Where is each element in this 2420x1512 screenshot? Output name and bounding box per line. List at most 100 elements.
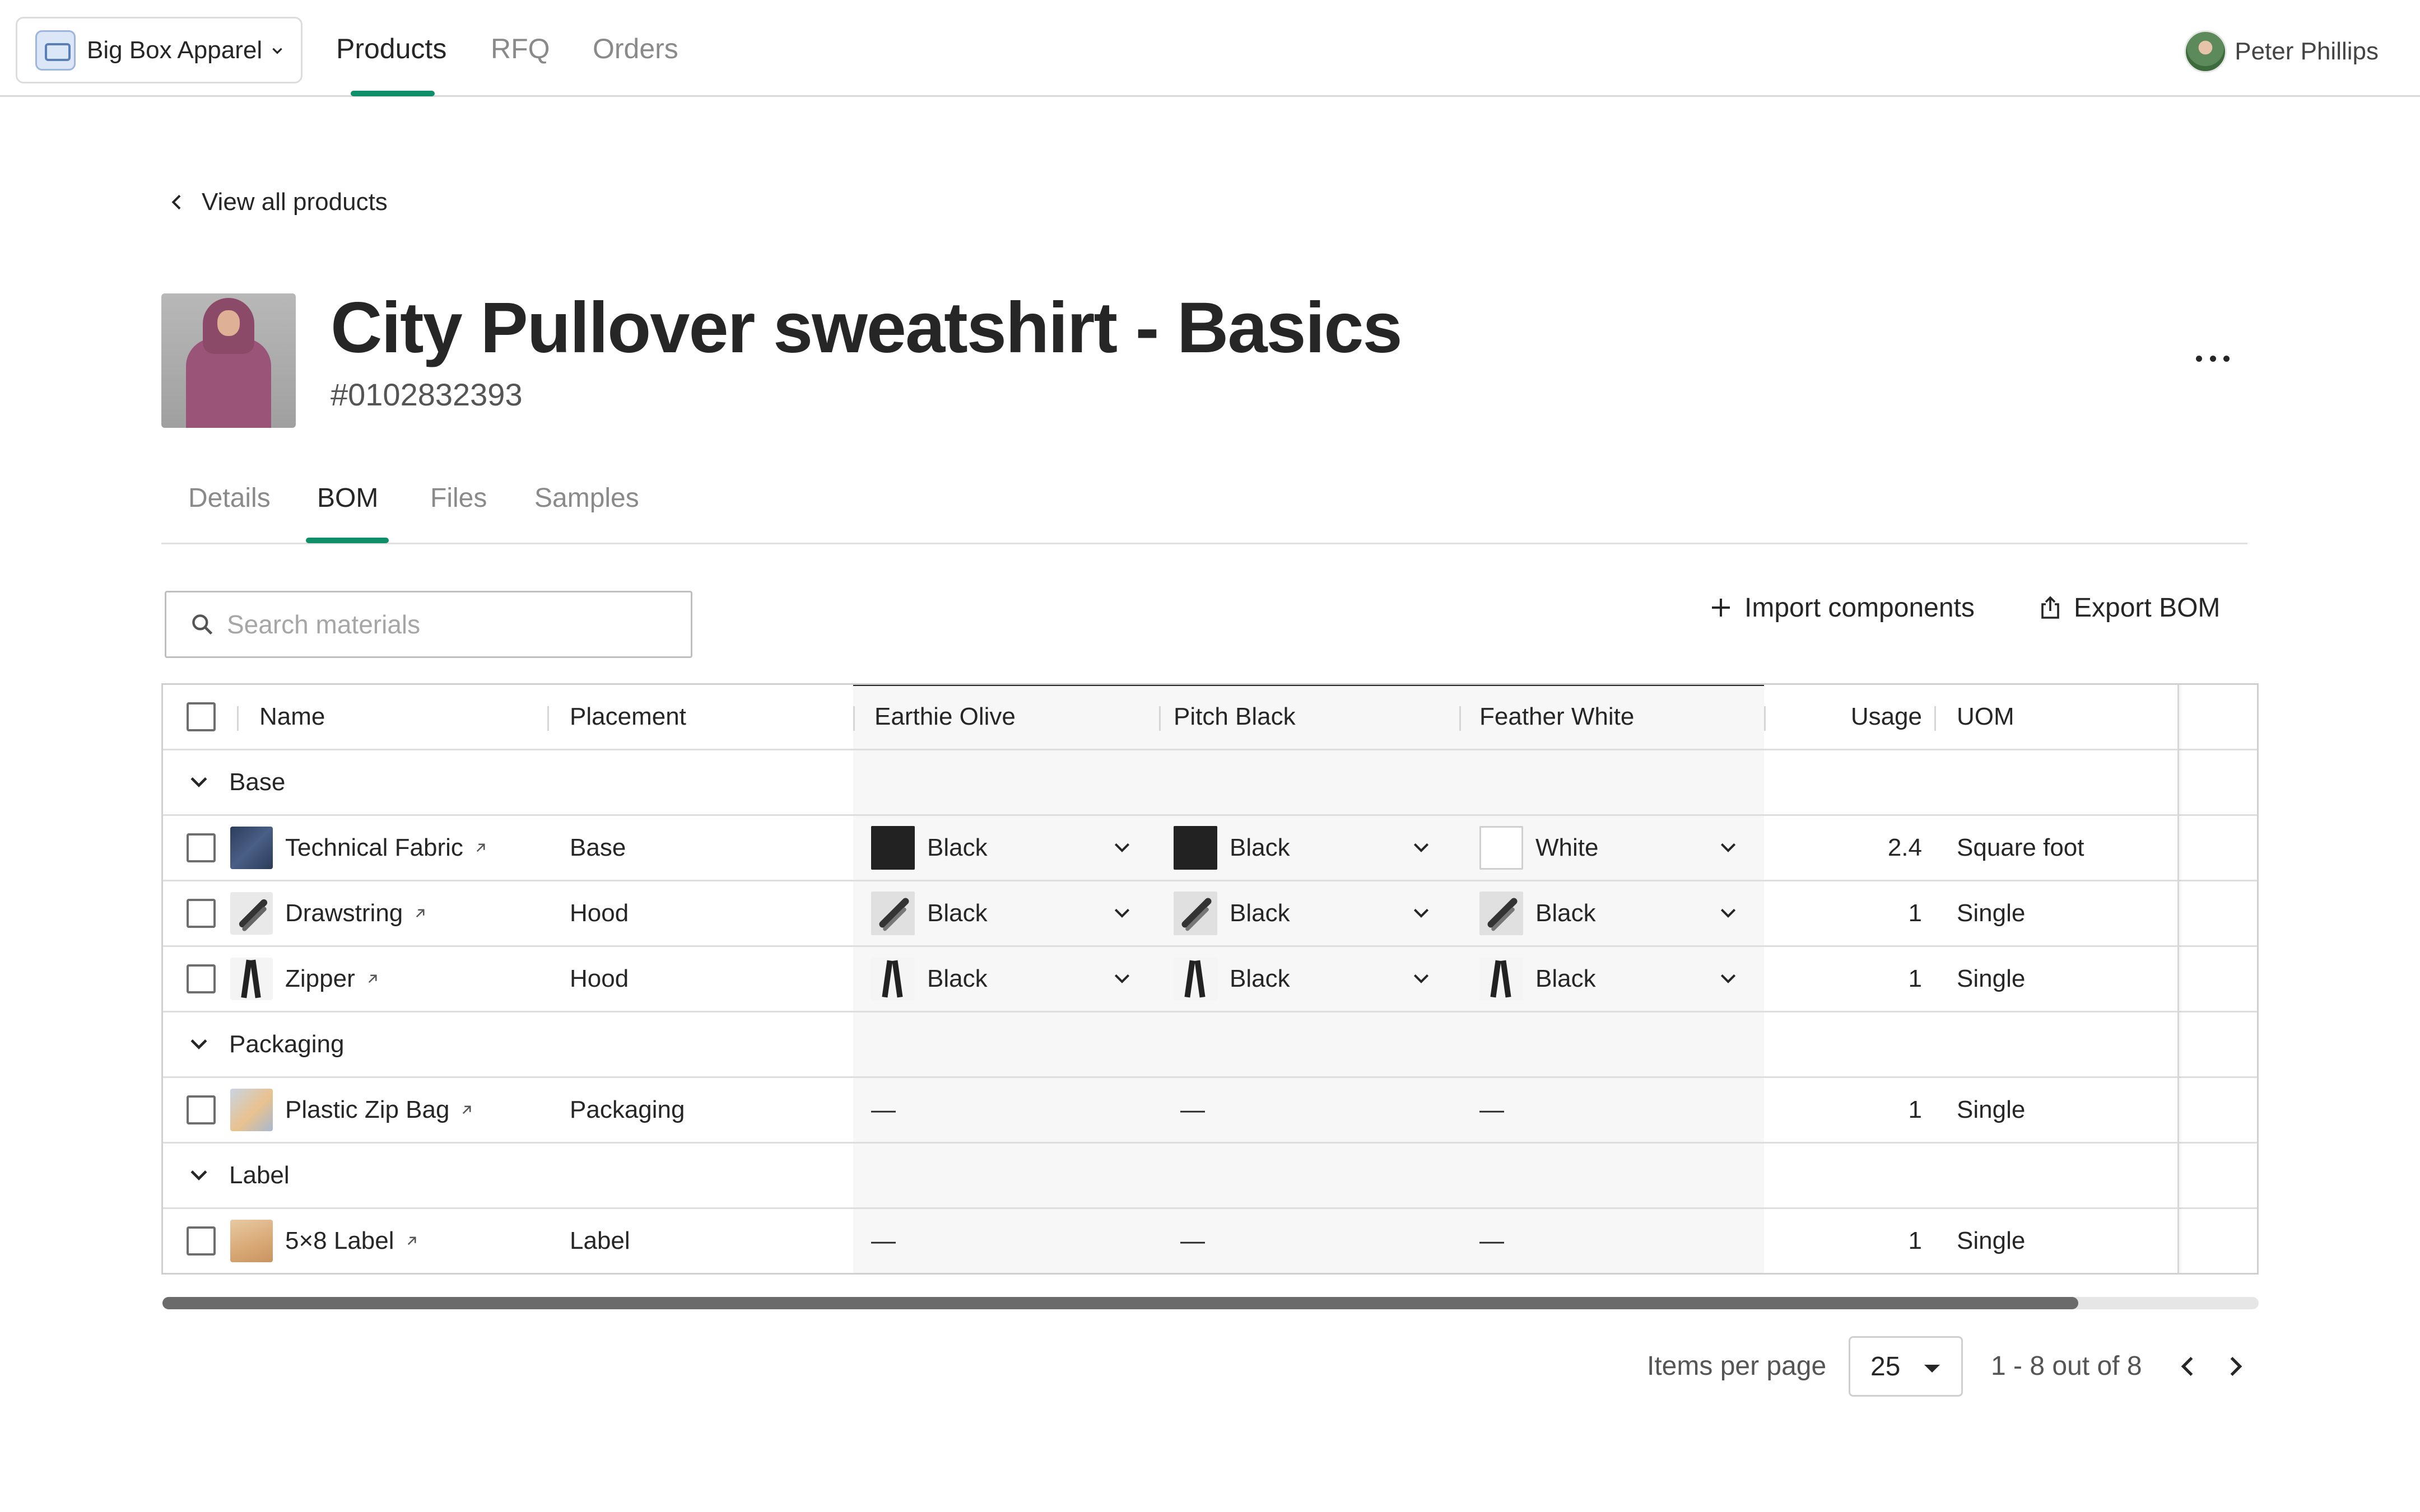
tab-details[interactable]: Details (188, 483, 271, 514)
row-checkbox[interactable] (187, 1226, 216, 1256)
chevron-down-icon[interactable] (1717, 968, 1739, 990)
avatar (2184, 30, 2227, 73)
column-header-colorway[interactable]: Pitch Black (1174, 685, 1296, 749)
chevron-down-icon[interactable] (1717, 902, 1739, 925)
product-tabs: Details BOM Files Samples (161, 465, 2247, 544)
nav-tab-orders[interactable]: Orders (593, 32, 678, 65)
color-value-empty: — (1180, 1096, 1205, 1123)
nav-tab-products[interactable]: Products (336, 32, 446, 65)
color-value-empty: — (1479, 1096, 1504, 1123)
column-header-uom[interactable]: UOM (1957, 685, 2014, 749)
colorway-select[interactable]: Black (1479, 947, 1596, 1011)
row-checkbox[interactable] (187, 833, 216, 862)
material-name-link[interactable]: Plastic Zip Bag (285, 1096, 449, 1124)
chevron-down-icon[interactable] (1410, 837, 1432, 859)
colorway-select[interactable]: Black (1174, 881, 1290, 945)
column-header-colorway[interactable]: Earthie Olive (874, 685, 1016, 749)
colorway-select[interactable]: Black (1174, 947, 1290, 1011)
chevron-down-icon[interactable] (1111, 837, 1133, 859)
org-switcher[interactable]: Big Box Apparel (16, 17, 302, 83)
top-nav-bar: Big Box Apparel Products RFQ Orders Pete… (0, 0, 2420, 97)
column-header-colorway[interactable]: Feather White (1479, 685, 1634, 749)
uom-value: Single (1957, 899, 2026, 927)
previous-page-button[interactable] (2174, 1352, 2203, 1381)
product-more-button[interactable] (2196, 346, 2230, 371)
column-header-usage[interactable]: Usage (1821, 685, 1922, 749)
material-thumbnail (230, 892, 273, 935)
tab-bom[interactable]: BOM (317, 483, 378, 514)
external-link-icon[interactable] (412, 905, 429, 922)
org-logo-icon (35, 30, 76, 71)
colorway-select[interactable]: Black (871, 816, 988, 880)
table-header-row: Name Placement Earthie Olive Pitch Black… (163, 685, 2257, 750)
usage-value: 2.4 (1887, 834, 1922, 861)
chevron-down-icon (190, 1170, 207, 1180)
color-value: Black (1230, 965, 1290, 992)
row-checkbox[interactable] (187, 1095, 216, 1124)
import-components-label: Import components (1744, 592, 1975, 623)
chevron-down-icon[interactable] (1111, 968, 1133, 990)
chevron-down-icon[interactable] (1410, 902, 1432, 925)
external-link-icon[interactable] (472, 839, 489, 856)
user-menu[interactable]: Peter Phillips (2184, 30, 2379, 73)
chevron-down-icon[interactable] (1111, 902, 1133, 925)
active-tab-indicator (351, 91, 435, 96)
color-swatch (1174, 826, 1217, 870)
items-per-page-value: 25 (1870, 1351, 1901, 1382)
search-input[interactable] (227, 609, 664, 640)
placement-value: Hood (570, 899, 629, 927)
group-toggle[interactable]: Label (187, 1144, 290, 1207)
external-link-icon[interactable] (364, 970, 381, 987)
tab-files[interactable]: Files (430, 483, 487, 514)
colorway-select[interactable]: Black (1174, 816, 1290, 880)
color-value: Black (1535, 899, 1596, 927)
group-toggle[interactable]: Base (187, 750, 285, 814)
chevron-down-icon[interactable] (1717, 837, 1739, 859)
org-name: Big Box Apparel (87, 36, 263, 64)
colorway-select[interactable]: Black (871, 881, 988, 945)
nav-tab-rfq[interactable]: RFQ (491, 32, 550, 65)
color-value: Black (927, 965, 988, 992)
material-name-link[interactable]: Drawstring (285, 899, 403, 927)
view-all-products-link[interactable]: View all products (166, 188, 388, 216)
row-checkbox[interactable] (187, 899, 216, 928)
row-checkbox[interactable] (187, 964, 216, 993)
external-link-icon[interactable] (458, 1102, 475, 1118)
usage-value: 1 (1908, 899, 1922, 927)
chevron-down-icon (272, 48, 282, 54)
chevron-down-icon (190, 1039, 207, 1049)
import-components-button[interactable]: Import components (1707, 588, 1975, 627)
external-link-icon[interactable] (403, 1233, 420, 1249)
items-per-page-select[interactable]: 25 (1849, 1336, 1963, 1397)
horizontal-scrollbar-thumb[interactable] (162, 1297, 2078, 1309)
table-row: Drawstring Hood Black Black Black 1 Sing… (163, 881, 2257, 947)
select-all-checkbox[interactable] (187, 702, 216, 731)
next-page-button[interactable] (2221, 1352, 2250, 1381)
group-toggle[interactable]: Packaging (187, 1012, 344, 1076)
column-header-placement[interactable]: Placement (570, 685, 686, 749)
export-bom-button[interactable]: Export BOM (2037, 588, 2220, 627)
uom-value: Single (1957, 965, 2026, 992)
usage-value: 1 (1908, 965, 1922, 992)
placement-value: Label (570, 1227, 630, 1254)
material-name-link[interactable]: Technical Fabric (285, 834, 463, 862)
color-value: White (1535, 834, 1599, 861)
material-name-link[interactable]: Zipper (285, 965, 355, 993)
chevron-down-icon[interactable] (1410, 968, 1432, 990)
product-id: #0102832393 (331, 377, 523, 412)
colorway-select[interactable]: Black (1479, 881, 1596, 945)
color-value: Black (1230, 899, 1290, 927)
product-image (161, 293, 296, 428)
colorway-select[interactable]: White (1479, 816, 1598, 880)
uom-value: Single (1957, 1096, 2026, 1123)
back-link-label: View all products (202, 188, 388, 216)
material-name-link[interactable]: 5×8 Label (285, 1227, 394, 1255)
column-header-name[interactable]: Name (259, 685, 325, 749)
tab-samples[interactable]: Samples (534, 483, 639, 514)
color-value-empty: — (871, 1096, 896, 1123)
color-value-empty: — (1180, 1227, 1205, 1254)
colorway-select[interactable]: Black (871, 947, 988, 1011)
color-swatch (1174, 892, 1217, 935)
color-swatch (1174, 957, 1217, 1001)
color-swatch (871, 957, 915, 1001)
